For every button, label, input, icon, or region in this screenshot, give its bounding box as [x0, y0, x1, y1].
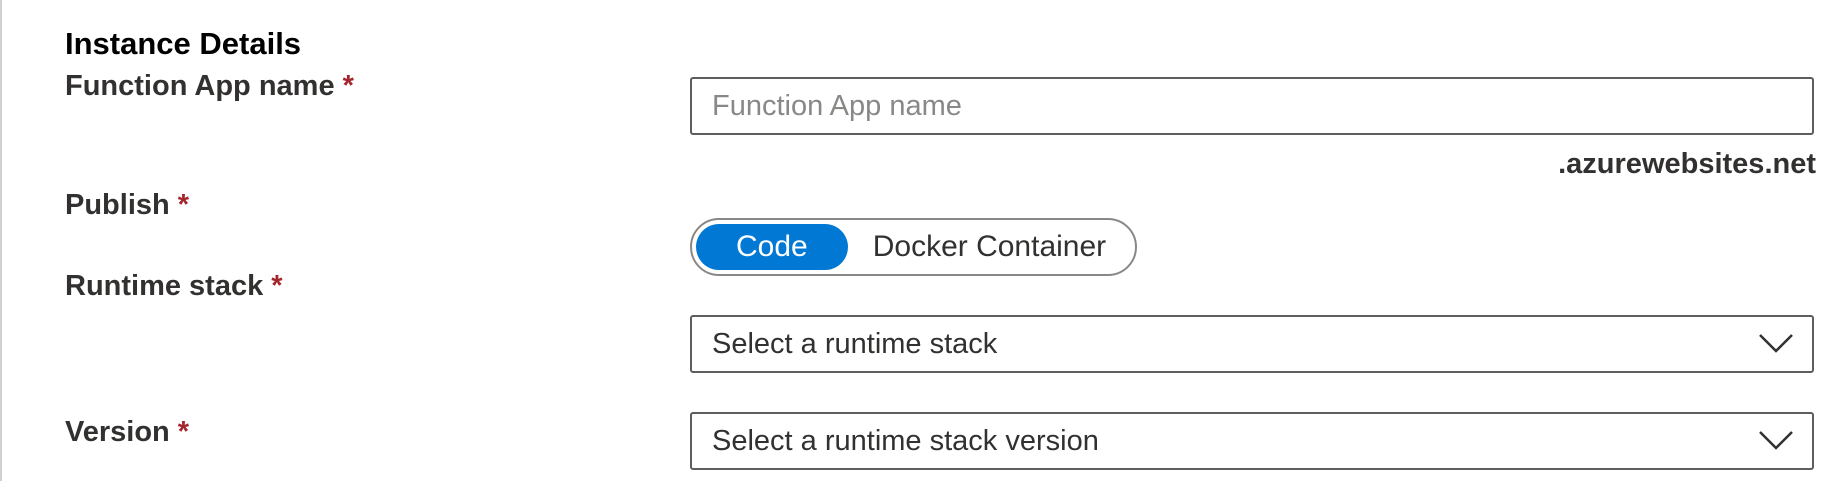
chevron-down-icon [1759, 334, 1793, 353]
publish-label-text: Publish [65, 189, 170, 221]
publish-label: Publish * [65, 187, 189, 223]
publish-option-code[interactable]: Code [696, 224, 848, 270]
function-app-name-label: Function App name * [65, 68, 354, 104]
domain-suffix: .azurewebsites.net [1558, 148, 1816, 180]
runtime-stack-dropdown[interactable]: Select a runtime stack [690, 315, 1814, 373]
required-marker: * [177, 416, 190, 448]
version-dropdown[interactable]: Select a runtime stack version [690, 412, 1814, 470]
publish-toggle: Code Docker Container [690, 218, 1138, 276]
version-label-text: Version [65, 416, 170, 448]
function-app-name-label-text: Function App name [65, 70, 335, 102]
section-title: Instance Details [65, 26, 302, 61]
runtime-stack-label: Runtime stack * [65, 268, 283, 304]
chevron-down-icon [1759, 431, 1793, 450]
version-label: Version * [65, 414, 189, 450]
runtime-stack-label-text: Runtime stack [65, 270, 264, 302]
left-divider [0, 0, 2, 481]
function-app-name-input[interactable] [690, 77, 1814, 135]
required-marker: * [342, 70, 354, 102]
required-marker: * [177, 189, 190, 221]
runtime-stack-value: Select a runtime stack [712, 328, 998, 360]
publish-option-docker-container[interactable]: Docker Container [848, 224, 1131, 270]
required-marker: * [271, 270, 283, 302]
version-value: Select a runtime stack version [712, 425, 1099, 457]
